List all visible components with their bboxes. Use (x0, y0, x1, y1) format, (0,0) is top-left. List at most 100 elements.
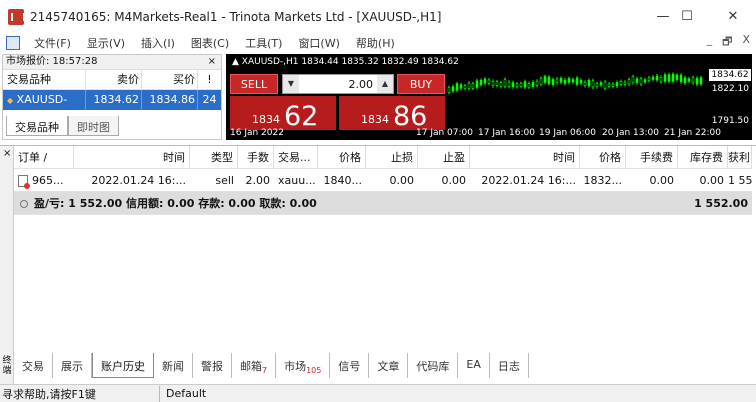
tab-articles[interactable]: 文章 (369, 353, 409, 378)
tab-ea[interactable]: EA (458, 353, 490, 378)
tab-exposure[interactable]: 展示 (53, 353, 92, 378)
menu-tools[interactable]: 工具(T) (237, 35, 290, 51)
trade-table: 订单 / 时间 类型 手数 交易... 价格 止损 止盈 时间 价格 手续费 库… (14, 146, 752, 215)
candle-body (571, 79, 575, 83)
cell-sl: 0.00 (389, 174, 415, 187)
tab-code-base[interactable]: 代码库 (408, 353, 459, 378)
child-close-button[interactable]: X (742, 33, 750, 52)
tab-trade[interactable]: 交易 (14, 353, 53, 378)
tab-alerts[interactable]: 警报 (193, 353, 232, 378)
status-profile: Default (166, 387, 207, 400)
tab-journal[interactable]: 日志 (490, 353, 529, 378)
sell-button[interactable]: SELL (230, 74, 278, 94)
close-button[interactable]: ✕ (710, 0, 756, 33)
maximize-button[interactable]: ☐ (664, 0, 710, 33)
candle-body (555, 78, 559, 83)
candle-body (639, 78, 643, 85)
tab-news[interactable]: 新闻 (154, 353, 193, 378)
header-spread[interactable]: ! (197, 70, 221, 89)
menu-bar: 文件(F) 显示(V) 插入(I) 图表(C) 工具(T) 窗口(W) 帮助(H… (0, 33, 756, 53)
one-click-trading-panel: SELL ▼ 2.00 ▲ BUY 1834 62 1834 86 (230, 74, 445, 132)
lot-increase-icon[interactable]: ▲ (377, 75, 393, 93)
summary-icon (20, 200, 28, 208)
col-type[interactable]: 类型 (190, 146, 238, 168)
col-open-price[interactable]: 价格 (318, 146, 366, 168)
menu-window[interactable]: 窗口(W) (290, 35, 347, 51)
cell-close-price: 1832... (583, 174, 622, 187)
cell-open-time: 2022.01.24 16:... (91, 174, 186, 187)
time-label: 16 Jan 2022 (230, 128, 284, 138)
header-symbol[interactable]: 交易品种 (3, 70, 85, 89)
menu-view[interactable]: 显示(V) (79, 35, 133, 51)
menu-file[interactable]: 文件(F) (26, 35, 79, 51)
menu-charts[interactable]: 图表(C) (183, 35, 237, 51)
candle-body (519, 83, 523, 87)
col-profit[interactable]: 获利 (728, 146, 752, 168)
tab-account-history[interactable]: 账户历史 (92, 353, 154, 378)
candle-body (451, 86, 455, 92)
sell-price[interactable]: 1834 62 (230, 96, 336, 132)
buy-button[interactable]: BUY (397, 74, 445, 94)
candle-body (559, 77, 563, 83)
market-watch-row[interactable]: ◆ XAUUSD- 1834.62 1834.86 24 (3, 90, 221, 110)
header-bid[interactable]: 卖价 (85, 70, 141, 89)
child-minimize-button[interactable]: _ (707, 33, 713, 52)
col-symbol[interactable]: 交易... (274, 146, 318, 168)
candle-body (503, 79, 507, 87)
tab-signals[interactable]: 信号 (330, 353, 370, 378)
col-tp[interactable]: 止盈 (418, 146, 470, 168)
terminal-close-button[interactable]: × (3, 148, 11, 159)
menu-help[interactable]: 帮助(H) (348, 35, 403, 51)
candle-body (455, 83, 459, 91)
candle-body (467, 82, 471, 89)
mailbox-badge: 7 (262, 366, 268, 375)
tab-market[interactable]: 市场105 (276, 353, 331, 378)
tab-tick-chart[interactable]: 即时图 (68, 116, 119, 136)
col-open-time[interactable]: 时间 (74, 146, 190, 168)
candle-body (647, 77, 651, 81)
menu-insert[interactable]: 插入(I) (133, 35, 183, 51)
col-swap[interactable]: 库存费 (678, 146, 728, 168)
col-order[interactable]: 订单 / (14, 146, 74, 168)
tab-symbols[interactable]: 交易品种 (6, 116, 68, 136)
price-label: 1822.10 (711, 84, 749, 94)
candle-body (607, 83, 611, 87)
tab-mailbox[interactable]: 邮箱7 (232, 353, 277, 378)
candle-body (591, 80, 595, 88)
child-restore-button[interactable]: 🗗 (722, 33, 732, 52)
summary-row: 盈/亏: 1 552.00 信用额: 0.00 存款: 0.00 取款: 0.0… (14, 192, 752, 215)
price-chart[interactable]: ▲ XAUUSD-,H1 1834.44 1835.32 1832.49 183… (226, 54, 752, 140)
col-close-time[interactable]: 时间 (470, 146, 580, 168)
title-bar: 2145740165: M4Markets-Real1 - Trinota Ma… (0, 0, 756, 33)
ask-cell: 1834.86 (141, 90, 197, 110)
bid-cell: 1834.62 (85, 90, 141, 110)
lot-size-input[interactable]: 2.00 (299, 78, 377, 91)
market-badge: 105 (306, 366, 322, 375)
market-watch-close-button[interactable]: × (208, 55, 221, 69)
candle-body (471, 83, 475, 89)
cell-swap: 0.00 (699, 174, 725, 187)
cell-close-time: 2022.01.24 16:... (481, 174, 576, 187)
col-commission[interactable]: 手续费 (626, 146, 678, 168)
table-row[interactable]: 965... 2022.01.24 16:... sell 2.00 xauu.… (14, 169, 752, 192)
cell-type: sell (215, 174, 234, 187)
col-volume[interactable]: 手数 (238, 146, 274, 168)
candle-body (663, 74, 667, 82)
candle-body (635, 78, 639, 83)
candle-body (615, 82, 619, 87)
lot-decrease-icon[interactable]: ▼ (283, 75, 299, 93)
col-sl[interactable]: 止损 (366, 146, 418, 168)
header-ask[interactable]: 买价 (141, 70, 197, 89)
buy-price[interactable]: 1834 86 (339, 96, 445, 132)
lot-size-stepper: ▼ 2.00 ▲ (282, 74, 394, 94)
col-close-price[interactable]: 价格 (580, 146, 626, 168)
document-icon[interactable] (6, 36, 20, 50)
spread-cell: 24 (197, 90, 221, 110)
symbol-status-icon: ◆ (7, 96, 14, 105)
candle-body (627, 79, 631, 85)
closed-order-icon (18, 175, 30, 189)
candle-body (619, 81, 623, 85)
candle-body (531, 81, 535, 87)
time-label: 20 Jan 13:00 (602, 128, 659, 138)
window-title: 2145740165: M4Markets-Real1 - Trinota Ma… (30, 9, 442, 24)
